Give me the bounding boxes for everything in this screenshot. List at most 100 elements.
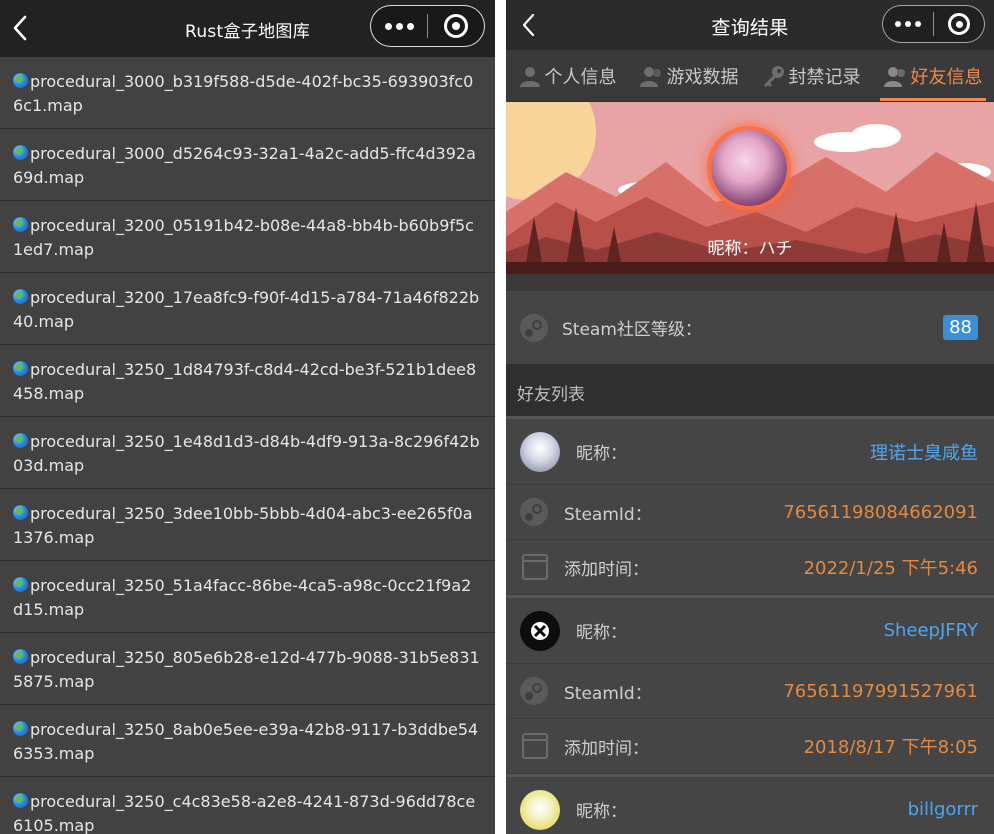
friend-steamid: 76561198084662091 [783,501,978,523]
friend-nickname-row: 昵称： SheepJFRY [506,598,994,664]
navigation-bar: 查询结果 [506,0,994,50]
tab-label: 个人信息 [544,66,617,88]
steam-level-badge: 88 [943,315,978,340]
tab-ban-records[interactable]: 封禁记录 [750,50,872,101]
key-icon [763,65,784,87]
close-mini-program-button[interactable] [934,6,984,42]
steam-icon [520,677,548,705]
steam-icon [520,498,548,526]
dot-icon [915,21,921,27]
map-filename: procedural_3250_1e48d1d3-d84b-4df9-913a-… [13,432,480,475]
globe-icon [13,577,28,592]
map-list-item[interactable]: procedural_3250_1e48d1d3-d84b-4df9-913a-… [0,417,495,489]
navigation-bar: Rust盒子地图库 [0,0,495,57]
globe-icon [13,217,28,232]
calendar-icon [522,554,548,580]
map-filename: procedural_3200_17ea8fc9-f90f-4d15-a784-… [13,288,480,331]
map-list: procedural_3000_b319f588-d5de-402f-bc35-… [0,57,495,834]
map-filename: procedural_3250_51a4facc-86be-4ca5-a98c-… [13,576,472,619]
nickname-label: 昵称： [576,444,627,464]
nickname-label: 昵称： [707,239,759,259]
tab-personal-info[interactable]: 个人信息 [506,50,628,101]
friend-steamid: 76561197991527961 [783,680,978,702]
x-mark-icon [531,621,549,640]
steam-level-row: Steam社区等级： 88 [506,291,994,364]
map-filename: procedural_3250_c4c83e58-a2e8-4241-873d-… [13,792,476,834]
map-list-item[interactable]: procedural_3250_3dee10bb-5bbb-4d04-abc3-… [0,489,495,561]
globe-icon [13,289,28,304]
map-filename: procedural_3250_1d84793f-c8d4-42cd-be3f-… [13,360,477,403]
dot-icon [905,21,911,27]
tab-label: 游戏数据 [666,66,739,88]
friend-card[interactable]: 昵称： billgorrr [506,774,994,834]
steamid-label: SteamId： [564,683,652,704]
map-library-screen: Rust盒子地图库 procedural_3000_b319f588-d5de-… [0,0,495,834]
map-list-item[interactable]: procedural_3250_1d84793f-c8d4-42cd-be3f-… [0,345,495,417]
more-menu-button[interactable] [371,6,427,46]
map-list-item[interactable]: procedural_3200_05191b42-b08e-44a8-bb4b-… [0,201,495,273]
friend-nickname: 理诺士臭咸鱼 [870,442,978,464]
friend-nickname: SheepJFRY [883,620,978,641]
added-time-label: 添加时间： [564,738,649,759]
target-icon [444,14,468,38]
screen-divider [495,0,506,834]
friend-added-row: 添加时间： 2022/1/25 下午5:46 [506,540,994,595]
tab-game-data[interactable]: 游戏数据 [628,50,750,101]
profile-avatar [711,130,787,206]
steam-icon [520,313,548,342]
friend-steamid-row: SteamId： 76561197991527961 [506,664,994,719]
map-filename: procedural_3000_b319f588-d5de-402f-bc35-… [13,72,474,115]
tab-friends-info[interactable]: 好友信息 [872,50,994,101]
map-list-item[interactable]: procedural_3250_805e6b28-e12d-477b-9088-… [0,633,495,705]
globe-icon [13,433,28,448]
friend-card[interactable]: 昵称： 理诺士臭咸鱼 SteamId： 76561198084662091 添加… [506,416,994,595]
map-filename: procedural_3200_05191b42-b08e-44a8-bb4b-… [13,216,474,259]
close-mini-program-button[interactable] [428,6,484,46]
profile-banner: 昵称：ハチ [506,102,994,274]
steamid-label: SteamId： [564,504,652,525]
globe-icon [13,505,28,520]
avatar [520,789,560,830]
mini-program-capsule [882,5,985,43]
more-menu-button[interactable] [883,6,933,42]
nickname-label: 昵称： [576,802,627,822]
nickname-label: 昵称： [576,623,627,643]
friend-steamid-row: SteamId： 76561198084662091 [506,485,994,540]
profile-nickname: 昵称：ハチ [506,234,994,259]
map-list-item[interactable]: procedural_3250_51a4facc-86be-4ca5-a98c-… [0,561,495,633]
friend-added-time: 2018/8/17 下午8:05 [803,737,978,758]
friend-nickname: billgorrr [907,799,978,820]
map-list-item[interactable]: procedural_3200_17ea8fc9-f90f-4d15-a784-… [0,273,495,345]
tab-bar: 个人信息 游戏数据 封禁记录 好友信息 [506,50,994,102]
friend-nickname-row: 昵称： billgorrr [506,777,994,834]
friend-added-row: 添加时间： 2018/8/17 下午8:05 [506,719,994,774]
target-icon [948,13,970,35]
map-filename: procedural_3250_3dee10bb-5bbb-4d04-abc3-… [13,504,473,547]
map-filename: procedural_3250_8ab0e5ee-e39a-42b8-9117-… [13,720,479,763]
query-result-screen: 查询结果 个人信息 游戏数据 封禁记录 好友信息 昵称：ハチ Steam社区等级… [506,0,994,834]
people-icon [639,66,661,87]
calendar-icon [522,733,548,759]
nickname-value: ハチ [758,239,793,259]
globe-icon [13,73,28,88]
dot-icon [406,22,414,30]
map-list-item[interactable]: procedural_3250_8ab0e5ee-e39a-42b8-9117-… [0,705,495,777]
friend-card[interactable]: 昵称： SheepJFRY SteamId： 76561197991527961… [506,595,994,774]
dot-icon [384,22,392,30]
tab-label: 好友信息 [910,66,983,88]
dot-icon [395,22,403,30]
map-list-item[interactable]: procedural_3000_d5264c93-32a1-4a2c-add5-… [0,129,495,201]
friends-icon [883,66,905,87]
map-filename: procedural_3250_805e6b28-e12d-477b-9088-… [13,648,480,691]
dot-icon [895,21,901,27]
globe-icon [13,721,28,736]
steam-level-label: Steam社区等级： [562,320,702,340]
globe-icon [13,649,28,664]
map-list-item[interactable]: procedural_3250_c4c83e58-a2e8-4241-873d-… [0,777,495,834]
tab-label: 封禁记录 [788,66,861,88]
mini-program-capsule [370,5,485,47]
map-list-item[interactable]: procedural_3000_b319f588-d5de-402f-bc35-… [0,57,495,129]
spacer [506,274,994,291]
map-filename: procedural_3000_d5264c93-32a1-4a2c-add5-… [13,144,476,187]
avatar [520,431,560,472]
